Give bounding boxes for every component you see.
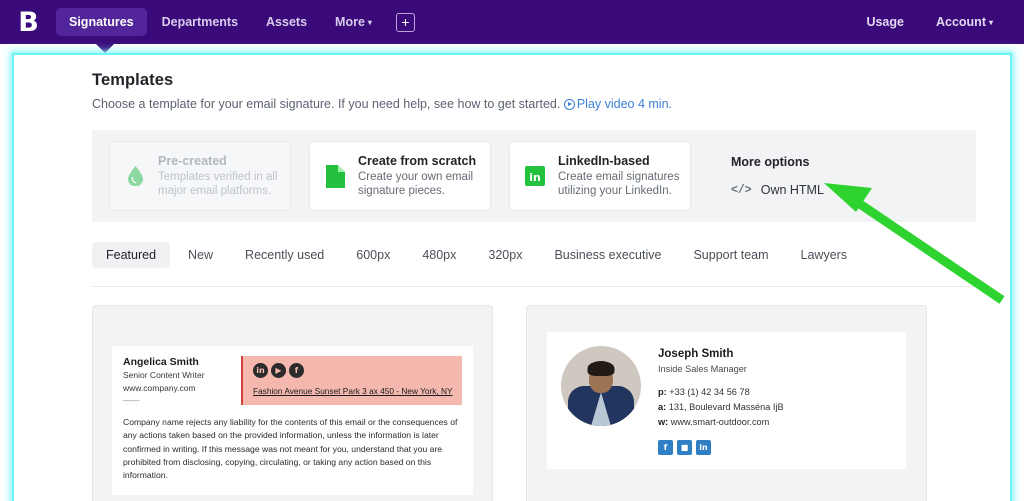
option-card-create-from-scratch[interactable]: Create from scratch Create your own emai… [309, 141, 491, 212]
linkedin-icon: in [522, 166, 548, 187]
option-title-pre-created: Pre-created [158, 154, 227, 169]
code-icon: </> [731, 183, 752, 197]
facebook-icon: f [658, 439, 673, 455]
tab-480px[interactable]: 480px [408, 242, 470, 268]
signature-address-label: a: [658, 402, 667, 413]
option-title-create-from-scratch: Create from scratch [358, 154, 477, 169]
option-desc-linkedin-based: Create email signatures utilizing your L… [558, 171, 680, 198]
signature-identity: Joseph Smith Inside Sales Manager p: +33… [658, 346, 784, 455]
avatar [561, 346, 641, 427]
nav-item-signatures[interactable]: Signatures [56, 8, 147, 36]
signature-address: 131, Boulevard Masséna IjB [668, 402, 784, 413]
tab-business-executive[interactable]: Business executive [540, 242, 675, 268]
app-logo[interactable]: B [0, 9, 56, 36]
own-html-label: Own HTML [760, 183, 824, 198]
twitter-icon: ■ [677, 439, 692, 455]
content-panel: Templates Choose a template for your ema… [14, 55, 1010, 501]
signature-role: Inside Sales Manager [658, 364, 747, 375]
option-desc-pre-created: Templates verified in all major email pl… [158, 171, 278, 198]
nav-item-more-label: More [335, 15, 365, 29]
linkedin-icon: in [696, 439, 711, 455]
creation-options-strip: Pre-created Templates verified in all ma… [92, 130, 976, 223]
signature-name: Joseph Smith [658, 348, 734, 361]
tab-320px[interactable]: 320px [474, 242, 536, 268]
nav-item-assets[interactable]: Assets [253, 8, 320, 36]
template-card-joseph-smith[interactable]: Joseph Smith Inside Sales Manager p: +33… [526, 305, 927, 501]
signature-header: Angelica Smith Senior Content Writer www… [123, 356, 462, 405]
nav-item-account-label: Account [935, 15, 986, 29]
page-subtitle: Choose a template for your email signatu… [92, 96, 976, 112]
tab-600px[interactable]: 600px [342, 242, 404, 268]
page-subtitle-text: Choose a template for your email signatu… [92, 97, 561, 111]
option-card-body: LinkedIn-based Create email signatures u… [558, 154, 680, 198]
signature-contact-lines: p: +33 (1) 42 34 56 78 a: 131, Boulevard… [658, 385, 784, 430]
more-options-section: More options </> Own HTML [731, 155, 824, 197]
option-desc-create-from-scratch: Create your own email signature pieces. [358, 171, 474, 198]
signature-preview: Joseph Smith Inside Sales Manager p: +33… [547, 332, 906, 469]
signature-divider: —— [123, 394, 140, 405]
primary-nav: Signatures Departments Assets More ▾ + [56, 8, 415, 36]
own-html-option[interactable]: </> Own HTML [731, 183, 824, 197]
tab-support-team[interactable]: Support team [679, 242, 782, 268]
signature-disclaimer: Company name rejects any liability for t… [123, 416, 458, 481]
nav-item-account[interactable]: Account ▾ [923, 8, 1006, 36]
signature-phone-line: p: +33 (1) 42 34 56 78 [658, 385, 784, 400]
tab-recently-used[interactable]: Recently used [231, 242, 338, 268]
signature-identity: Angelica Smith Senior Content Writer www… [123, 356, 241, 405]
page-title: Templates [92, 71, 174, 89]
option-card-body: Create from scratch Create your own emai… [358, 154, 480, 198]
nav-active-pointer [96, 44, 114, 53]
signature-phone-label: p: [658, 387, 667, 398]
nav-item-departments[interactable]: Departments [149, 8, 251, 36]
secondary-nav: Usage Account ▾ [853, 8, 1024, 36]
template-filter-tabs: Featured New Recently used 600px 480px 3… [92, 242, 976, 288]
signature-website: www.smart-outdoor.com [670, 417, 770, 427]
droplet-icon [122, 166, 148, 187]
add-new-button[interactable]: + [395, 12, 415, 32]
signature-address: Fashion Avenue Sunset Park 3 ax 450 - Ne… [253, 386, 453, 397]
page-inner: Templates Choose a template for your ema… [14, 55, 1010, 501]
signature-role: Senior Content Writer [123, 370, 205, 381]
signature-website: www.company.com [123, 383, 196, 394]
chevron-down-icon: ▾ [367, 18, 372, 27]
play-video-link[interactable]: Play video 4 min. [563, 97, 673, 111]
signature-website-line: w: www.smart-outdoor.com [658, 415, 784, 430]
facebook-icon: f [289, 363, 304, 379]
more-options-title: More options [731, 155, 810, 170]
signature-website-label: w: [658, 417, 669, 427]
option-title-linkedin-based: LinkedIn-based [558, 154, 650, 169]
signature-social-links: f ■ in [658, 439, 784, 455]
option-card-pre-created[interactable]: Pre-created Templates verified in all ma… [109, 141, 291, 212]
option-card-linkedin-based[interactable]: in LinkedIn-based Create email signature… [509, 141, 691, 212]
signature-preview: Angelica Smith Senior Content Writer www… [112, 346, 473, 496]
nav-item-usage[interactable]: Usage [853, 8, 917, 36]
template-grid: Angelica Smith Senior Content Writer www… [92, 305, 976, 501]
option-card-body: Pre-created Templates verified in all ma… [158, 154, 280, 198]
play-icon [563, 99, 575, 110]
linkedin-icon: in [253, 363, 268, 379]
template-card-angelica-smith[interactable]: Angelica Smith Senior Content Writer www… [92, 305, 493, 501]
youtube-icon: ▶ [271, 363, 286, 379]
tab-lawyers[interactable]: Lawyers [787, 242, 862, 268]
signature-address-line: a: 131, Boulevard Masséna IjB [658, 400, 784, 415]
nav-item-more[interactable]: More ▾ [322, 8, 385, 36]
tab-new[interactable]: New [174, 242, 227, 268]
document-icon [322, 164, 348, 188]
app-root: B Signatures Departments Assets More ▾ + … [0, 0, 1024, 501]
svg-text:in: in [529, 171, 541, 184]
top-navbar: B Signatures Departments Assets More ▾ + … [0, 0, 1024, 44]
signature-social-links: in ▶ f [253, 363, 453, 379]
chevron-down-icon: ▾ [988, 18, 993, 27]
play-video-label: Play video 4 min. [576, 97, 673, 111]
signature-phone: +33 (1) 42 34 56 78 [669, 387, 750, 398]
signature-accent-block: in ▶ f Fashion Avenue Sunset Park 3 ax 4… [241, 356, 462, 405]
signature-name: Angelica Smith [123, 356, 199, 369]
tab-featured[interactable]: Featured [92, 242, 171, 269]
